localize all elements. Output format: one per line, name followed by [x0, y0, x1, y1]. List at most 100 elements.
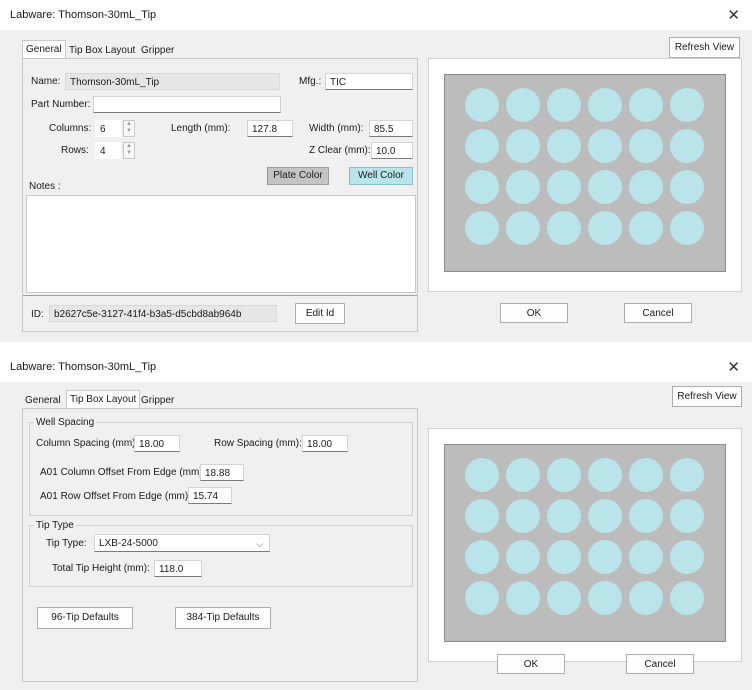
well [670, 170, 704, 204]
cancel-button[interactable]: Cancel [626, 654, 694, 674]
id-field: b2627c5e-3127-41f4-b3a5-d5cbd8ab964b [49, 305, 277, 322]
row-spacing-label: Row Spacing (mm): [214, 438, 302, 449]
refresh-view-button[interactable]: Refresh View [672, 386, 742, 407]
refresh-view-button[interactable]: Refresh View [669, 37, 740, 58]
well [629, 88, 663, 122]
well [547, 129, 581, 163]
well [670, 499, 704, 533]
well [670, 129, 704, 163]
tab-general[interactable]: General [22, 40, 66, 59]
a01-column-offset-field[interactable]: 18.88 [200, 464, 244, 481]
well [588, 581, 622, 615]
well-color-button[interactable]: Well Color [349, 167, 413, 185]
well-spacing-group: Well Spacing Column Spacing (mm): 18.00 … [29, 417, 413, 516]
well [547, 170, 581, 204]
well [670, 458, 704, 492]
well [506, 581, 540, 615]
well [670, 211, 704, 245]
length-label: Length (mm): [171, 123, 231, 134]
well [588, 211, 622, 245]
well [629, 540, 663, 574]
column-spacing-field[interactable]: 18.00 [134, 435, 180, 452]
well [670, 540, 704, 574]
edit-id-button[interactable]: Edit Id [295, 303, 345, 324]
plate-graphic [444, 444, 726, 642]
width-field[interactable]: 85.5 [369, 120, 413, 137]
ok-button[interactable]: OK [497, 654, 565, 674]
total-tip-height-label: Total Tip Height (mm): [52, 563, 150, 574]
window-title: Labware: Thomson-30mL_Tip [10, 361, 157, 373]
well [547, 581, 581, 615]
well [629, 458, 663, 492]
notes-label: Notes : [29, 181, 61, 192]
part-number-label: Part Number: [31, 99, 91, 110]
labware-dialog-general: Labware: Thomson-30mL_Tip ✕ General Tip … [0, 0, 752, 342]
mfg-label: Mfg.: [299, 76, 322, 87]
close-icon[interactable]: ✕ [727, 358, 740, 376]
a01-row-offset-field[interactable]: 15.74 [188, 487, 232, 504]
tab-general[interactable]: General [22, 393, 64, 408]
ok-button[interactable]: OK [500, 303, 568, 323]
width-label: Width (mm): [309, 123, 364, 134]
window-title: Labware: Thomson-30mL_Tip [10, 9, 157, 21]
title-bar: Labware: Thomson-30mL_Tip ✕ [0, 0, 752, 30]
tab-strip: General Tip Box Layout Gripper [22, 390, 222, 409]
title-bar: Labware: Thomson-30mL_Tip ✕ [0, 352, 752, 382]
well [588, 88, 622, 122]
well [506, 458, 540, 492]
part-number-field[interactable] [93, 96, 281, 113]
well [465, 540, 499, 574]
well [588, 458, 622, 492]
384-tip-defaults-button[interactable]: 384-Tip Defaults [175, 607, 271, 629]
well [547, 88, 581, 122]
well [506, 211, 540, 245]
id-label: ID: [31, 309, 44, 320]
well [465, 88, 499, 122]
well [547, 540, 581, 574]
plate-color-button[interactable]: Plate Color [267, 167, 329, 185]
well [629, 170, 663, 204]
tab-gripper[interactable]: Gripper [138, 393, 177, 408]
cancel-button[interactable]: Cancel [624, 303, 692, 323]
length-field[interactable]: 127.8 [247, 120, 293, 137]
well [670, 88, 704, 122]
columns-field[interactable]: 6 [95, 120, 121, 137]
well [588, 170, 622, 204]
name-field: Thomson-30mL_Tip [65, 73, 280, 90]
name-label: Name: [31, 76, 61, 87]
row-spacing-field[interactable]: 18.00 [302, 435, 348, 452]
tip-type-title: Tip Type [34, 520, 76, 531]
well [629, 581, 663, 615]
rows-stepper[interactable]: ▲ ▼ [123, 142, 135, 159]
tip-box-layout-panel: Well Spacing Column Spacing (mm): 18.00 … [22, 408, 418, 682]
well [506, 499, 540, 533]
general-panel: Name: Thomson-30mL_Tip Mfg.: TIC Part Nu… [22, 58, 418, 332]
well [629, 499, 663, 533]
tab-gripper[interactable]: Gripper [138, 43, 177, 58]
well [629, 129, 663, 163]
tab-strip: General Tip Box Layout Gripper [22, 40, 222, 59]
tip-type-selected: LXB-24-5000 [99, 538, 158, 549]
close-icon[interactable]: ✕ [727, 6, 740, 24]
tip-type-label: Tip Type: [46, 538, 87, 549]
tip-type-group: Tip Type Tip Type: LXB-24-5000 ⌵ Total T… [29, 520, 413, 587]
tab-tip-box-layout[interactable]: Tip Box Layout [66, 390, 141, 409]
column-spacing-label: Column Spacing (mm): [36, 438, 139, 449]
mfg-field[interactable]: TIC [325, 73, 413, 90]
tip-type-dropdown[interactable]: LXB-24-5000 ⌵ [94, 534, 270, 552]
well-spacing-title: Well Spacing [34, 417, 97, 428]
a01-column-offset-label: A01 Column Offset From Edge (mm): [40, 467, 206, 478]
zclear-field[interactable]: 10.0 [371, 142, 413, 159]
well [465, 458, 499, 492]
notes-textarea[interactable] [26, 195, 416, 293]
columns-stepper[interactable]: ▲ ▼ [123, 120, 135, 137]
96-tip-defaults-button[interactable]: 96-Tip Defaults [37, 607, 133, 629]
rows-field[interactable]: 4 [95, 142, 121, 159]
well [465, 170, 499, 204]
labware-dialog-tip-box-layout: Labware: Thomson-30mL_Tip ✕ General Tip … [0, 352, 752, 690]
well [465, 129, 499, 163]
well [588, 129, 622, 163]
well [465, 499, 499, 533]
total-tip-height-field[interactable]: 118.0 [154, 560, 202, 577]
tab-tip-box-layout[interactable]: Tip Box Layout [66, 43, 138, 58]
